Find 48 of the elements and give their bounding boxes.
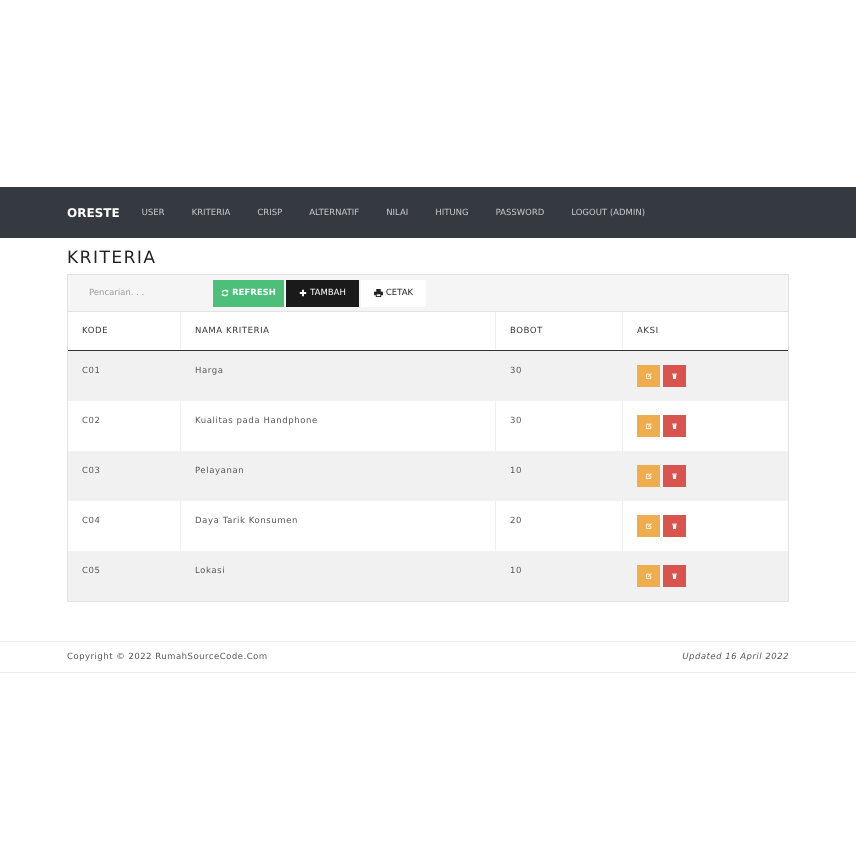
nav-link[interactable]: CRISP	[257, 208, 282, 218]
nav-link[interactable]: PASSWORD	[496, 208, 544, 218]
edit-icon	[646, 422, 652, 428]
brand-link[interactable]: ORESTE	[67, 206, 120, 220]
copyright-text: Copyright © 2022 RumahSourceCode.Com	[67, 652, 268, 662]
search-field[interactable]: Pencarian. . .	[68, 288, 213, 298]
updated-text: Updated 16 April 2022	[682, 652, 789, 662]
edit-icon	[646, 472, 652, 478]
table-cell: 20	[496, 500, 622, 550]
print-button[interactable]: CETAK	[361, 280, 426, 306]
plus-icon	[299, 289, 308, 297]
nav-link[interactable]: NILAI	[386, 208, 408, 218]
table-cell: 10	[496, 450, 622, 500]
nav-link[interactable]: HITUNG	[435, 208, 469, 218]
edit-icon	[646, 572, 652, 578]
table-cell: Kualitas pada Handphone	[180, 400, 496, 450]
trash-icon	[672, 572, 677, 578]
table-cell: C05	[68, 550, 180, 600]
printer-icon	[374, 289, 383, 297]
nav-link[interactable]: USER	[142, 208, 165, 218]
delete-button[interactable]	[663, 514, 686, 536]
page-title: KRITERIA	[67, 248, 158, 268]
table-cell: 30	[496, 400, 622, 450]
table-cell: Lokasi	[180, 550, 496, 600]
table-cell: C02	[68, 400, 180, 450]
table-cell: 10	[496, 550, 622, 600]
table-cell: C04	[68, 500, 180, 550]
edit-icon	[646, 373, 652, 379]
delete-button[interactable]	[663, 414, 686, 436]
trash-icon	[672, 373, 677, 379]
delete-button[interactable]	[663, 464, 686, 486]
nav-link[interactable]: LOGOUT (ADMIN)	[571, 208, 646, 218]
table-cell: Pelayanan	[180, 450, 496, 500]
trash-icon	[672, 422, 677, 428]
trash-icon	[672, 472, 677, 478]
nav-link[interactable]: ALTERNATIF	[309, 208, 360, 218]
table-cell: Daya Tarik Konsumen	[180, 500, 496, 550]
nav-link[interactable]: KRITERIA	[192, 208, 230, 218]
add-button[interactable]: TAMBAH	[286, 280, 359, 306]
delete-button[interactable]	[663, 564, 686, 586]
refresh-icon	[221, 289, 230, 297]
table-cell: C01	[68, 350, 180, 400]
delete-button[interactable]	[663, 365, 686, 387]
trash-icon	[672, 522, 677, 528]
table-cell: Harga	[180, 350, 496, 400]
table-cell: 30	[496, 350, 622, 400]
edit-icon	[646, 522, 652, 528]
table-cell: C03	[68, 450, 180, 500]
